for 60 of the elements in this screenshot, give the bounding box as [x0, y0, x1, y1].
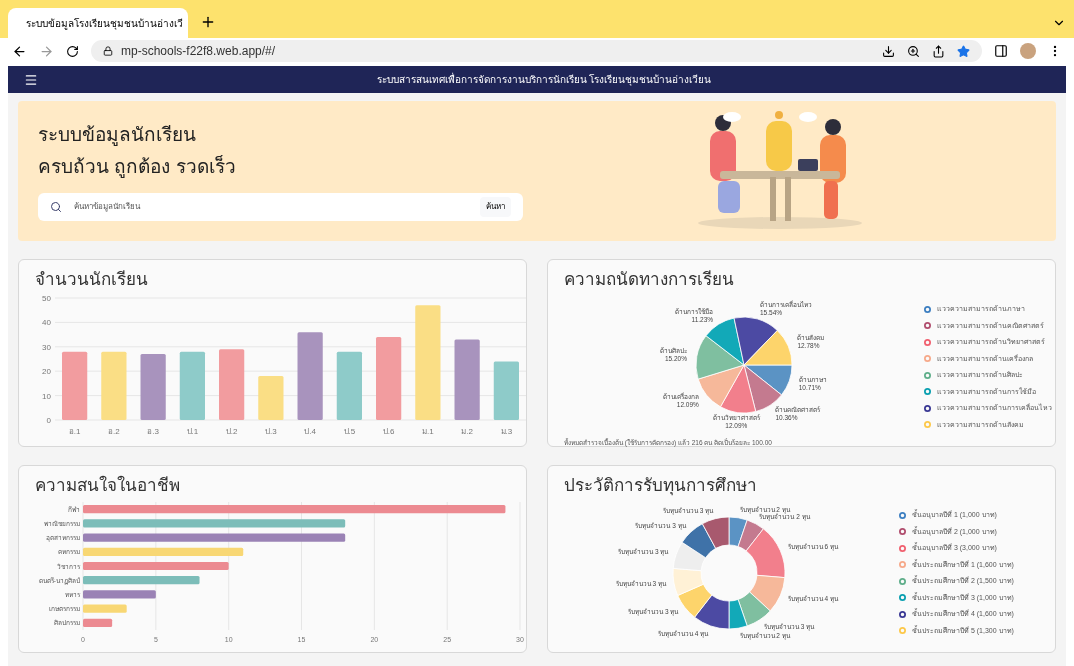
address-bar[interactable]: mp-schools-f22f8.web.app/#/ — [91, 40, 982, 62]
bar — [101, 351, 127, 420]
chart-slice — [677, 583, 713, 618]
hero-headline: ครบถ้วน ถูกต้อง รวดเร็ว — [38, 154, 237, 180]
axis-tick-label: ป.3 — [265, 427, 277, 436]
bar — [140, 354, 166, 420]
search-input[interactable]: ค้นหาข้อมูลนักเรียน — [74, 201, 468, 213]
axis-tick-label: อ.2 — [108, 427, 120, 436]
bar — [62, 351, 88, 420]
axis-tick-label: ป.5 — [343, 427, 356, 436]
axis-tick-label: 10 — [42, 391, 51, 401]
axis-tick-label: 20 — [42, 367, 51, 377]
bar — [83, 618, 113, 627]
install-icon[interactable] — [882, 44, 895, 58]
hero-headline: ระบบข้อมูลนักเรียน — [38, 123, 197, 148]
bar — [179, 351, 205, 420]
chart-slice — [697, 364, 745, 408]
bar — [83, 604, 127, 613]
chart-slice — [672, 541, 706, 572]
lock-icon — [103, 46, 113, 56]
axis-tick-label: 50 — [42, 294, 51, 303]
reload-icon[interactable] — [66, 44, 79, 58]
chart-slice — [672, 568, 704, 596]
axis-tick-label: 40 — [42, 318, 51, 328]
axis-tick-label: ป.6 — [382, 427, 395, 436]
header-title: ระบบสารสนเทศเพื่อการจัดการงานบริการนักเรียน โรงเรียนชุมชนบ้านอ่างเวียน — [375, 72, 713, 87]
back-icon[interactable] — [12, 43, 27, 59]
axis-tick-label: อ.1 — [68, 427, 81, 436]
zoom-icon[interactable] — [907, 44, 920, 58]
card-title: ความสนใจในอาชีพ — [35, 474, 181, 497]
bar — [258, 376, 284, 420]
bar — [493, 361, 519, 420]
forward-icon[interactable] — [39, 43, 54, 59]
bookmark-star-icon[interactable] — [957, 44, 970, 58]
axis-tick-label: ป.1 — [186, 427, 199, 436]
card-title: ความถนัดทางการเรียน — [564, 269, 735, 291]
axis-tick-label: ม.1 — [422, 427, 434, 436]
search-field[interactable]: ค้นหาข้อมูลนักเรียน ค้นหา — [38, 193, 523, 221]
axis-tick-label: ป.2 — [225, 427, 238, 436]
side-panel-icon[interactable] — [994, 44, 1008, 58]
new-tab-icon[interactable] — [200, 14, 216, 30]
url-text: mp-schools-f22f8.web.app/#/ — [121, 43, 276, 60]
card-title: ประวัติการรับทุนการศึกษา — [564, 475, 758, 498]
card-title: จำนวนนักเรียน — [35, 269, 149, 291]
search-button[interactable]: ค้นหา — [480, 197, 511, 217]
browser-tab[interactable]: ระบบข้อมูลโรงเรียนชุมชนบ้านอ่างเวี — [8, 8, 188, 38]
axis-tick-label: อ.3 — [147, 427, 159, 436]
axis-tick-label: 30 — [42, 342, 51, 352]
search-icon — [50, 201, 62, 213]
axis-tick-label: ม.3 — [500, 427, 513, 436]
chart-slice — [695, 335, 745, 380]
share-icon[interactable] — [932, 44, 945, 58]
bar — [336, 351, 362, 420]
chart-slice — [743, 330, 793, 366]
axis-tick-label: ป.4 — [304, 427, 316, 436]
axis-tick-label: 0 — [46, 416, 51, 425]
menu-icon[interactable] — [24, 72, 38, 87]
tab-title: ระบบข้อมูลโรงเรียนชุมชนบ้านอ่างเวี — [26, 16, 183, 31]
axis-tick-label: ม.2 — [461, 427, 473, 436]
bar — [219, 349, 245, 420]
